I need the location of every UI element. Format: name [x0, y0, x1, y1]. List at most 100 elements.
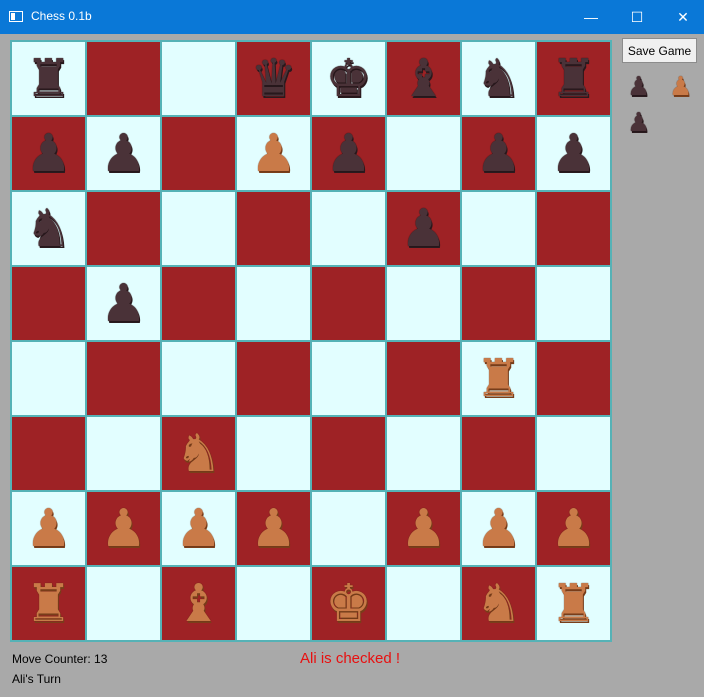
square-h1[interactable]: ♜: [537, 567, 610, 640]
white-pawn-icon[interactable]: ♟: [400, 503, 447, 555]
square-b5[interactable]: ♟: [87, 267, 160, 340]
square-d8[interactable]: ♛: [237, 42, 310, 115]
square-f5[interactable]: [387, 267, 460, 340]
white-pawn-icon[interactable]: ♟: [250, 128, 297, 180]
white-king-icon[interactable]: ♚: [325, 578, 372, 630]
square-f1[interactable]: [387, 567, 460, 640]
square-d1[interactable]: [237, 567, 310, 640]
square-a7[interactable]: ♟: [12, 117, 85, 190]
black-pawn-icon[interactable]: ♟: [475, 128, 522, 180]
square-d7[interactable]: ♟: [237, 117, 310, 190]
black-bishop-icon[interactable]: ♝: [400, 53, 447, 105]
square-g1[interactable]: ♞: [462, 567, 535, 640]
square-c5[interactable]: [162, 267, 235, 340]
white-pawn-icon[interactable]: ♟: [175, 503, 222, 555]
square-e4[interactable]: [312, 342, 385, 415]
square-c4[interactable]: [162, 342, 235, 415]
save-game-button[interactable]: Save Game: [622, 38, 697, 63]
square-h2[interactable]: ♟: [537, 492, 610, 565]
black-knight-icon[interactable]: ♞: [475, 53, 522, 105]
square-e7[interactable]: ♟: [312, 117, 385, 190]
square-b4[interactable]: [87, 342, 160, 415]
square-h5[interactable]: [537, 267, 610, 340]
close-button[interactable]: ✕: [660, 0, 704, 34]
white-pawn-icon[interactable]: ♟: [475, 503, 522, 555]
square-b7[interactable]: ♟: [87, 117, 160, 190]
white-rook-icon[interactable]: ♜: [550, 578, 597, 630]
square-b2[interactable]: ♟: [87, 492, 160, 565]
square-g3[interactable]: [462, 417, 535, 490]
white-knight-icon[interactable]: ♞: [475, 578, 522, 630]
black-king-icon[interactable]: ♚: [325, 53, 372, 105]
square-d3[interactable]: [237, 417, 310, 490]
square-g2[interactable]: ♟: [462, 492, 535, 565]
black-pawn-icon[interactable]: ♟: [100, 278, 147, 330]
square-e6[interactable]: [312, 192, 385, 265]
square-h7[interactable]: ♟: [537, 117, 610, 190]
square-h3[interactable]: [537, 417, 610, 490]
black-pawn-icon[interactable]: ♟: [25, 128, 72, 180]
square-h6[interactable]: [537, 192, 610, 265]
turn-indicator: Ali's Turn: [12, 672, 61, 686]
black-pawn-icon[interactable]: ♟: [325, 128, 372, 180]
square-f8[interactable]: ♝: [387, 42, 460, 115]
square-c3[interactable]: ♞: [162, 417, 235, 490]
square-a6[interactable]: ♞: [12, 192, 85, 265]
square-e8[interactable]: ♚: [312, 42, 385, 115]
square-f2[interactable]: ♟: [387, 492, 460, 565]
maximize-button[interactable]: ☐: [614, 0, 660, 34]
square-g8[interactable]: ♞: [462, 42, 535, 115]
captured-black-pawn-icon: ♟: [627, 108, 651, 138]
square-b8[interactable]: [87, 42, 160, 115]
square-h8[interactable]: ♜: [537, 42, 610, 115]
square-c1[interactable]: ♝: [162, 567, 235, 640]
square-a8[interactable]: ♜: [12, 42, 85, 115]
square-f7[interactable]: [387, 117, 460, 190]
white-pawn-icon[interactable]: ♟: [25, 503, 72, 555]
square-a4[interactable]: [12, 342, 85, 415]
square-d5[interactable]: [237, 267, 310, 340]
square-h4[interactable]: [537, 342, 610, 415]
minimize-button[interactable]: —: [568, 0, 614, 34]
square-b6[interactable]: [87, 192, 160, 265]
square-c8[interactable]: [162, 42, 235, 115]
black-rook-icon[interactable]: ♜: [25, 53, 72, 105]
square-f6[interactable]: ♟: [387, 192, 460, 265]
window-title: Chess 0.1b: [31, 9, 92, 23]
square-e5[interactable]: [312, 267, 385, 340]
square-g7[interactable]: ♟: [462, 117, 535, 190]
black-knight-icon[interactable]: ♞: [25, 203, 72, 255]
black-pawn-icon[interactable]: ♟: [550, 128, 597, 180]
white-bishop-icon[interactable]: ♝: [175, 578, 222, 630]
square-d4[interactable]: [237, 342, 310, 415]
square-d6[interactable]: [237, 192, 310, 265]
square-d2[interactable]: ♟: [237, 492, 310, 565]
square-a5[interactable]: [12, 267, 85, 340]
white-knight-icon[interactable]: ♞: [175, 428, 222, 480]
square-a1[interactable]: ♜: [12, 567, 85, 640]
black-queen-icon[interactable]: ♛: [250, 53, 297, 105]
square-f3[interactable]: [387, 417, 460, 490]
square-g4[interactable]: ♜: [462, 342, 535, 415]
white-rook-icon[interactable]: ♜: [25, 578, 72, 630]
white-pawn-icon[interactable]: ♟: [100, 503, 147, 555]
square-b3[interactable]: [87, 417, 160, 490]
square-f4[interactable]: [387, 342, 460, 415]
square-c6[interactable]: [162, 192, 235, 265]
square-a2[interactable]: ♟: [12, 492, 85, 565]
black-pawn-icon[interactable]: ♟: [400, 203, 447, 255]
white-pawn-icon[interactable]: ♟: [550, 503, 597, 555]
white-rook-icon[interactable]: ♜: [475, 353, 522, 405]
square-b1[interactable]: [87, 567, 160, 640]
square-g6[interactable]: [462, 192, 535, 265]
black-pawn-icon[interactable]: ♟: [100, 128, 147, 180]
square-a3[interactable]: [12, 417, 85, 490]
square-g5[interactable]: [462, 267, 535, 340]
white-pawn-icon[interactable]: ♟: [250, 503, 297, 555]
square-c7[interactable]: [162, 117, 235, 190]
square-e1[interactable]: ♚: [312, 567, 385, 640]
square-e2[interactable]: [312, 492, 385, 565]
black-rook-icon[interactable]: ♜: [550, 53, 597, 105]
square-c2[interactable]: ♟: [162, 492, 235, 565]
square-e3[interactable]: [312, 417, 385, 490]
